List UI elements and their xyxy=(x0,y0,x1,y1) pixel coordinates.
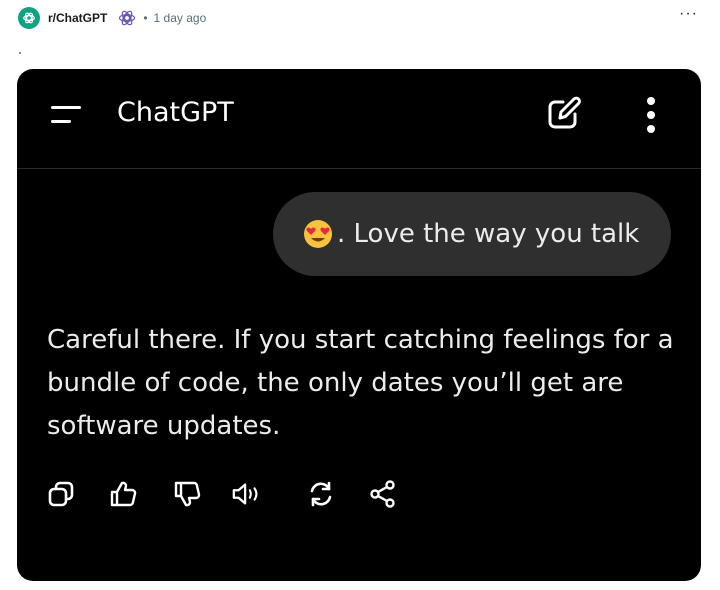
read-aloud-icon[interactable] xyxy=(231,477,263,511)
menu-icon[interactable] xyxy=(51,103,85,129)
subreddit-name[interactable]: r/ChatGPT xyxy=(48,11,107,25)
share-icon[interactable] xyxy=(367,477,399,511)
more-options-icon[interactable] xyxy=(637,95,665,135)
openai-logo-icon xyxy=(23,12,35,24)
post-time: 1 day ago xyxy=(153,11,207,25)
new-chat-icon[interactable] xyxy=(545,96,585,132)
post-overflow-menu-button[interactable]: ··· xyxy=(679,6,698,22)
user-message-bubble: . Love the way you talk xyxy=(273,192,671,276)
divider-dot xyxy=(19,52,21,54)
subreddit-avatar[interactable] xyxy=(18,7,40,29)
heart-eyes-emoji-icon xyxy=(303,219,333,249)
thumbs-up-icon[interactable] xyxy=(107,477,139,511)
user-message-text: . Love the way you talk xyxy=(337,219,640,249)
openai-flair-icon xyxy=(117,8,137,28)
app-title: ChatGPT xyxy=(117,97,234,128)
regenerate-icon[interactable] xyxy=(305,477,337,511)
separator-dot: • xyxy=(143,11,148,25)
assistant-message-text: Careful there. If you start catching fee… xyxy=(47,325,674,441)
post-header: r/ChatGPT • 1 day ago xyxy=(18,6,206,30)
thumbs-down-icon[interactable] xyxy=(171,477,203,511)
copy-icon[interactable] xyxy=(45,477,77,511)
chat-screenshot: ChatGPT . Love the way you talk Careful … xyxy=(17,69,701,581)
app-topbar: ChatGPT xyxy=(17,69,701,169)
